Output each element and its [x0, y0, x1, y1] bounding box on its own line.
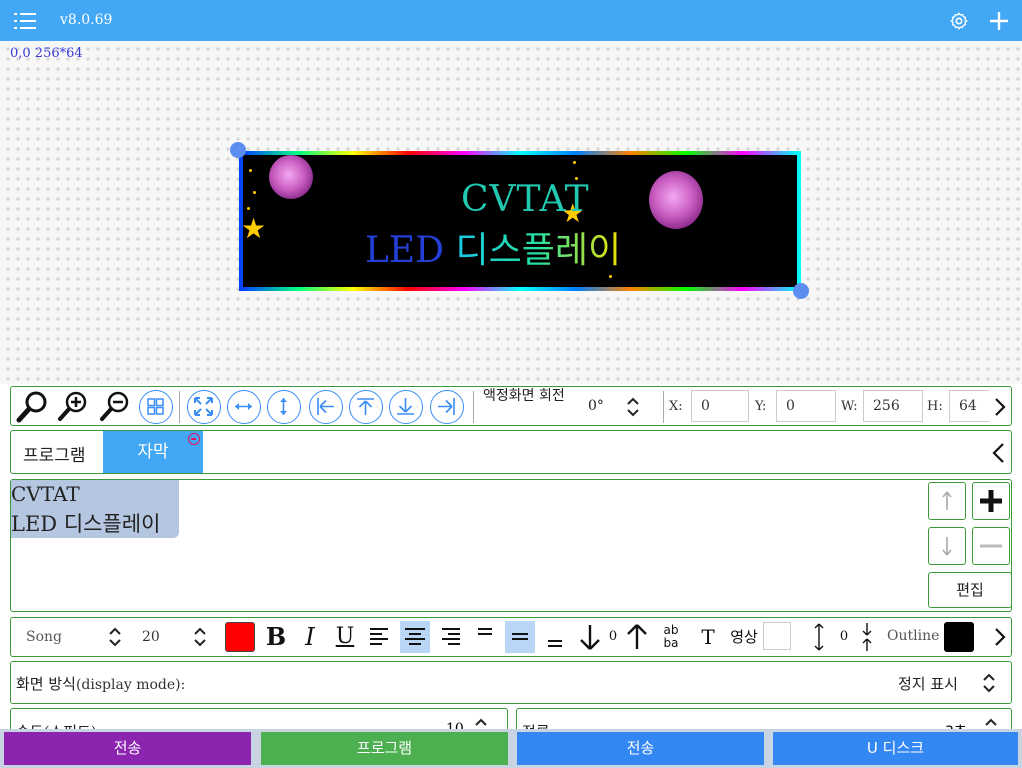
outline-label: Outline [887, 628, 940, 644]
edit-button[interactable]: 편집 [928, 572, 1012, 608]
program-button[interactable]: 프로그램 [261, 732, 508, 765]
x-label: X: [669, 399, 683, 414]
font-stepper-icon[interactable] [107, 626, 123, 648]
zoom-out-icon[interactable] [97, 389, 133, 423]
send-button-2[interactable]: 전송 [517, 732, 764, 765]
remove-button[interactable] [972, 527, 1010, 565]
led-text-line2: LED 디스플레이 [365, 230, 622, 271]
add-button[interactable] [972, 482, 1010, 520]
canvas-coordinates: 0,0 256*64 [10, 46, 83, 61]
design-canvas[interactable]: 0,0 256*64 ★ ★ CVTAT LED 디스플레이 [0, 41, 1022, 384]
y-label: Y: [755, 399, 767, 414]
program-bar: 프로그램 자막 [10, 430, 1012, 474]
send-button[interactable]: 전송 [4, 732, 251, 765]
shadow-checkbox[interactable] [763, 622, 791, 650]
line-spacing-value: 0 [839, 629, 849, 644]
move-up-button[interactable] [928, 482, 966, 520]
star-decoration: ★ [241, 212, 267, 245]
resize-handle-bottom-right[interactable] [793, 283, 809, 299]
shadow-label: 영상 [730, 628, 758, 646]
valign-bottom-icon[interactable] [543, 621, 567, 653]
rotation-stepper-icon[interactable] [625, 396, 641, 418]
add-icon[interactable] [988, 10, 1010, 32]
outline-color-swatch[interactable] [944, 622, 974, 652]
move-down-button[interactable] [928, 527, 966, 565]
led-preview[interactable]: ★ ★ CVTAT LED 디스플레이 [239, 151, 801, 291]
align-bottom-icon[interactable] [389, 390, 423, 424]
settings-gear-icon[interactable] [949, 11, 969, 31]
program-label: 프로그램 [23, 446, 86, 466]
align-right-text-icon[interactable] [439, 621, 463, 653]
app-version: v8.0.69 [60, 12, 113, 28]
valign-middle-icon[interactable] [505, 621, 535, 653]
fit-screen-icon[interactable] [187, 390, 221, 424]
h-input[interactable]: 64 [949, 390, 989, 422]
font-size-value[interactable]: 20 [142, 629, 160, 645]
rotation-label: 액정화면 회전 [483, 388, 565, 404]
w-input[interactable]: 256 [863, 390, 923, 422]
led-text-line1: CVTAT [461, 179, 590, 220]
align-top-icon[interactable] [349, 390, 383, 424]
display-mode-label: 화면 방식(display mode): [16, 675, 186, 693]
editor-line1: CVTAT [11, 482, 80, 506]
w-label: W: [841, 399, 858, 414]
size-stepper-icon[interactable] [192, 626, 208, 648]
text-wrap-icon[interactable]: ab ba [657, 621, 685, 653]
speed-up-icon[interactable] [473, 715, 489, 729]
udisk-button[interactable]: U 디스크 [773, 732, 1018, 765]
display-mode-stepper-icon[interactable] [981, 672, 997, 694]
align-left-icon[interactable] [309, 390, 343, 424]
x-input[interactable]: 0 [691, 390, 749, 422]
line-spacing-icon[interactable] [811, 621, 827, 653]
bottom-action-bar: 전송 프로그램 전송 U 디스크 [0, 729, 1022, 768]
resize-handle-top-left[interactable] [230, 142, 246, 158]
char-spacing-icon[interactable] [859, 621, 875, 653]
view-toolbar: 액정화면 회전 0° X: 0 Y: 0 W: 256 H: 64 [10, 386, 1012, 426]
display-mode-value[interactable]: 정지 표시 [898, 673, 958, 694]
rotation-value[interactable]: 0° [588, 398, 604, 414]
align-center-text-icon[interactable] [400, 621, 430, 653]
font-select[interactable]: Song [26, 629, 62, 645]
display-mode-row[interactable]: 화면 방식(display mode): 정지 표시 [10, 661, 1012, 704]
flower-decoration [649, 171, 703, 229]
zoom-in-icon[interactable] [55, 389, 91, 423]
format-toolbar: Song 20 B I U 0 ab ba T 영상 0 Outline [10, 617, 1012, 657]
align-left-text-icon[interactable] [367, 621, 391, 653]
text-color-swatch[interactable] [225, 622, 255, 652]
editor-line2: LED 디스플레이 [11, 512, 161, 536]
chevron-right-icon[interactable] [993, 626, 1007, 648]
bold-button[interactable]: B [263, 621, 289, 653]
chevron-left-icon[interactable] [991, 441, 1007, 465]
valign-top-icon[interactable] [473, 621, 497, 653]
top-bar: v8.0.69 [0, 0, 1022, 41]
chevron-right-icon[interactable] [993, 396, 1007, 418]
text-rotate-icon[interactable]: T [695, 621, 721, 653]
remove-tab-icon[interactable] [188, 433, 200, 445]
italic-button[interactable]: I [299, 621, 321, 653]
y-input[interactable]: 0 [776, 390, 836, 422]
fit-width-icon[interactable] [227, 390, 261, 424]
arrow-up-icon[interactable] [624, 621, 650, 653]
underline-button[interactable]: U [332, 621, 358, 653]
align-right-icon[interactable] [430, 390, 464, 424]
h-label: H: [927, 399, 943, 414]
search-icon[interactable] [15, 389, 51, 423]
duration-up-icon[interactable] [983, 715, 999, 729]
text-editor[interactable]: CVTAT LED 디스플레이 편집 [10, 479, 1012, 612]
grid-view-icon[interactable] [139, 390, 173, 424]
flower-decoration [269, 155, 313, 199]
fit-height-icon[interactable] [267, 390, 301, 424]
arrow-down-icon[interactable] [577, 621, 603, 653]
spacing-value: 0 [608, 629, 618, 644]
menu-icon[interactable] [14, 12, 36, 30]
